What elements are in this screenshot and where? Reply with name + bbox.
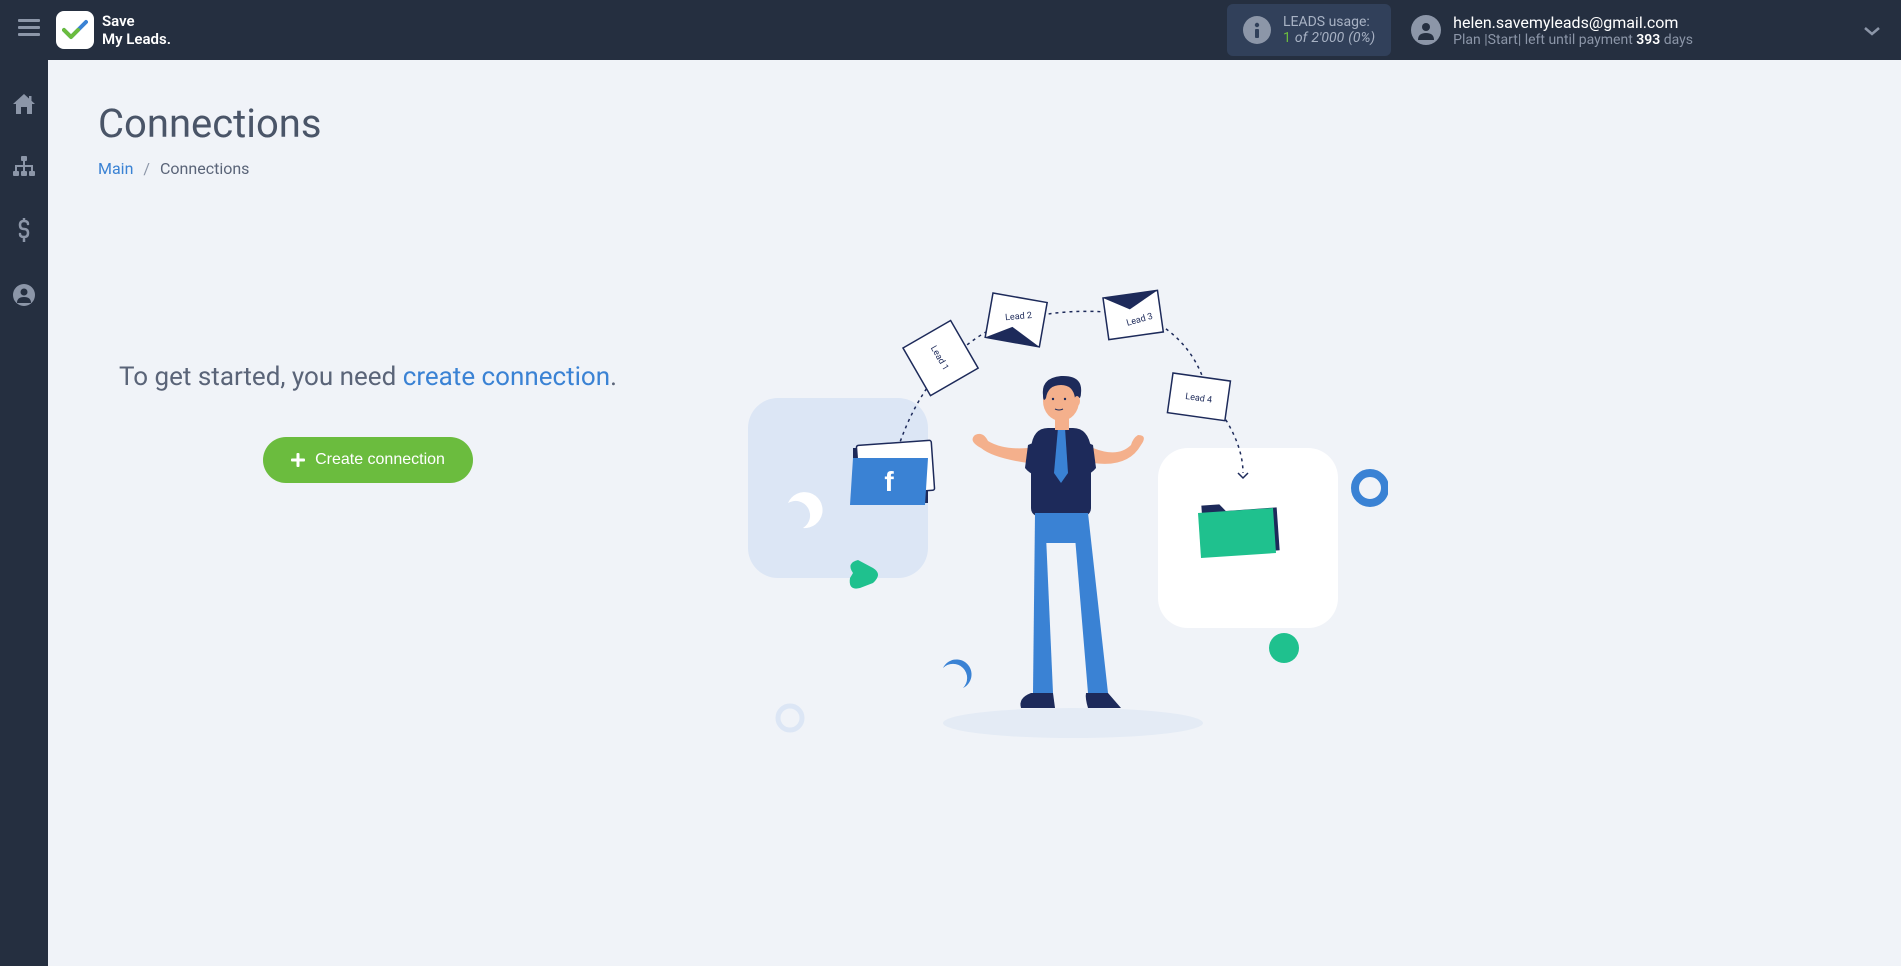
- sidebar: [0, 60, 48, 966]
- usage-badge: LEADS usage: 1 of 2'000 (0%): [1227, 4, 1391, 56]
- info-icon: [1243, 16, 1271, 44]
- chevron-down-icon[interactable]: [1863, 21, 1881, 40]
- user-section[interactable]: helen.savemyleads@gmail.com Plan |Start|…: [1411, 13, 1693, 48]
- sidebar-item-home[interactable]: [9, 90, 39, 122]
- cta-section: To get started, you need create connecti…: [98, 278, 638, 483]
- sidebar-item-account[interactable]: [9, 280, 39, 314]
- cta-text: To get started, you need create connecti…: [98, 358, 638, 397]
- logo[interactable]: Save My Leads.: [56, 11, 171, 49]
- cta-link[interactable]: create connection: [403, 362, 610, 392]
- sidebar-item-billing[interactable]: [13, 214, 35, 250]
- usage-label: LEADS usage:: [1283, 14, 1375, 30]
- sidebar-item-connections[interactable]: [9, 152, 39, 184]
- user-email: helen.savemyleads@gmail.com: [1453, 13, 1693, 32]
- main-content: Connections Main / Connections To get st…: [48, 60, 1901, 966]
- svg-text:f: f: [884, 466, 894, 497]
- usage-total: 2'000: [1311, 30, 1344, 46]
- page-title: Connections: [98, 100, 1851, 147]
- plus-icon: [291, 453, 305, 467]
- breadcrumb: Main / Connections: [98, 159, 1851, 178]
- breadcrumb-separator: /: [143, 159, 150, 178]
- breadcrumb-current: Connections: [160, 159, 249, 178]
- usage-percent: (0%): [1348, 30, 1375, 46]
- user-plan: Plan |Start| left until payment 393 days: [1453, 32, 1693, 48]
- logo-text: Save My Leads.: [102, 12, 171, 48]
- usage-current: 1: [1283, 30, 1291, 46]
- logo-mark: [56, 11, 94, 49]
- breadcrumb-main[interactable]: Main: [98, 159, 133, 178]
- create-connection-button[interactable]: Create connection: [263, 437, 473, 483]
- avatar-icon: [1411, 15, 1441, 45]
- illustration: f Lead 1 Lead 2: [738, 278, 1388, 778]
- header: Save My Leads. LEADS usage: 1 of 2'000 (…: [0, 0, 1901, 60]
- menu-icon[interactable]: [10, 11, 48, 49]
